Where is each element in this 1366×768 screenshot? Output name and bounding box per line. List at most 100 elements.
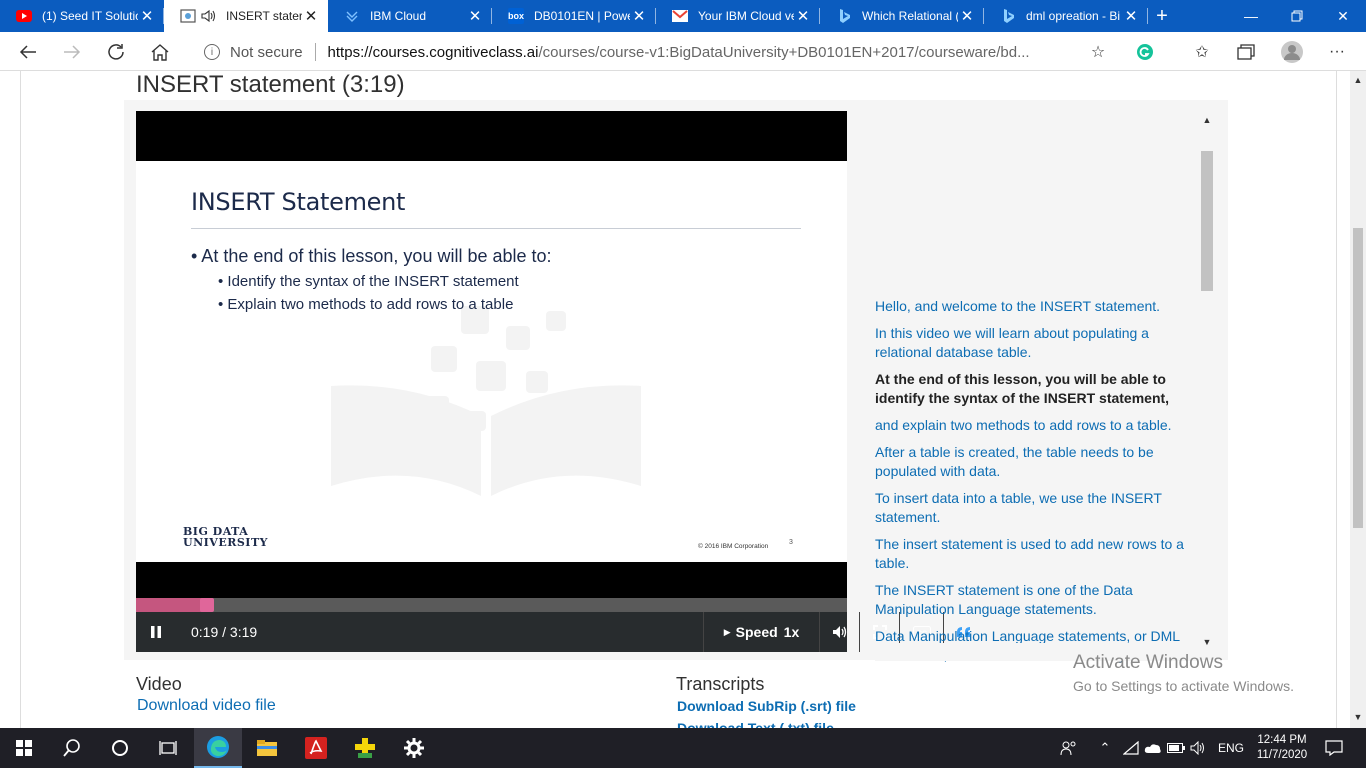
transcript-line[interactable]: The INSERT statement is one of the Data … [875, 581, 1197, 619]
restore-icon[interactable] [1274, 0, 1320, 32]
tab-close-icon[interactable]: ✕ [794, 7, 812, 25]
video-section-heading: Video [136, 674, 182, 694]
tab-close-icon[interactable]: ✕ [138, 7, 156, 25]
tab-which-relational[interactable]: Which Relational ( ✕ [820, 0, 984, 32]
home-icon[interactable] [146, 39, 174, 65]
speed-button[interactable]: ▶ Speed 1x [703, 612, 819, 652]
tab-close-icon[interactable]: ✕ [466, 7, 484, 25]
url-field[interactable]: i Not secure https://courses.cognitivecl… [188, 37, 1122, 67]
page-scroll-thumb[interactable] [1353, 228, 1363, 528]
time-display: 0:19 / 3:19 [191, 624, 258, 640]
tab-title: Your IBM Cloud ve [698, 9, 794, 23]
tab-title: (1) Seed IT Solutio [42, 9, 138, 23]
windows-start-icon[interactable] [0, 728, 48, 768]
speaker-icon[interactable] [200, 8, 216, 24]
course-icon [180, 8, 196, 24]
slide-copyright: © 2016 IBM Corporation [698, 543, 769, 550]
acrobat-icon[interactable] [292, 728, 340, 768]
tab-ibm-cloud[interactable]: IBM Cloud ✕ [328, 0, 492, 32]
bing-icon [836, 8, 852, 24]
tab-close-icon[interactable]: ✕ [302, 7, 320, 25]
url-text[interactable]: https://courses.cognitiveclass.ai/course… [328, 44, 1080, 61]
scroll-up-icon[interactable]: ▲ [1200, 115, 1214, 127]
edge-browser-icon[interactable] [194, 728, 242, 768]
minimize-icon[interactable]: — [1228, 0, 1274, 32]
download-video-link[interactable]: Download video file [137, 697, 276, 715]
progress-handle[interactable] [200, 598, 214, 612]
transcript-scroll-thumb[interactable] [1201, 151, 1213, 291]
bing-icon [1000, 8, 1016, 24]
scroll-up-icon[interactable]: ▲ [1351, 75, 1365, 87]
tab-title: Which Relational ( [862, 9, 958, 23]
onedrive-cloud-icon[interactable] [1142, 728, 1164, 768]
gmail-icon [672, 8, 688, 24]
file-explorer-icon[interactable] [243, 728, 291, 768]
tab-insert-statement[interactable]: INSERT stater ✕ [164, 0, 328, 32]
people-icon[interactable] [1058, 728, 1080, 768]
transcript-panel[interactable]: Hello, and welcome to the INSERT stateme… [875, 297, 1197, 673]
transcript-scrollbar[interactable]: ▲ ▼ [1200, 111, 1214, 651]
watermark-book-icon [331, 306, 641, 496]
app-cross-icon[interactable] [341, 728, 389, 768]
favorites-list-icon[interactable]: ✩ [1189, 40, 1215, 64]
grammarly-icon[interactable] [1132, 40, 1158, 64]
video-progress-slider[interactable] [136, 598, 847, 612]
tab-close-icon[interactable]: ✕ [630, 7, 648, 25]
cortana-icon[interactable] [96, 728, 144, 768]
transcript-line[interactable]: and explain two methods to add rows to a… [875, 416, 1197, 435]
video-player[interactable]: INSERT Statement • At the end of this le… [136, 111, 970, 652]
caret-right-icon: ▶ [723, 626, 731, 637]
volume-icon[interactable] [1188, 728, 1210, 768]
download-srt-link[interactable]: Download SubRip (.srt) file [677, 698, 856, 714]
tab-close-icon[interactable]: ✕ [958, 7, 976, 25]
clock[interactable]: 12:44 PM 11/7/2020 [1252, 728, 1312, 768]
page-scrollbar[interactable]: ▲ ▼ [1350, 71, 1366, 728]
favorite-star-icon[interactable]: ☆ [1085, 40, 1111, 64]
more-menu-icon[interactable]: ··· [1324, 40, 1350, 64]
transcript-line[interactable]: Hello, and welcome to the INSERT stateme… [875, 297, 1197, 316]
scroll-down-icon[interactable]: ▼ [1351, 712, 1365, 724]
youtube-icon [16, 8, 32, 24]
tab-seed-it[interactable]: (1) Seed IT Solutio ✕ [0, 0, 164, 32]
show-hidden-icons-chevron-icon[interactable]: ⌃ [1095, 728, 1115, 768]
transcript-line-current[interactable]: At the end of this lesson, you will be a… [875, 370, 1197, 408]
battery-icon[interactable] [1166, 728, 1186, 768]
download-txt-link[interactable]: Download Text (.txt) file [677, 720, 834, 728]
slide-title: INSERT Statement [191, 188, 406, 216]
task-view-icon[interactable] [144, 728, 192, 768]
page-title: INSERT statement (3:19) [136, 71, 405, 98]
windows-taskbar: ⌃ ENG 12:44 PM 11/7/2020 [0, 728, 1366, 768]
transcript-line[interactable]: To insert data into a table, we use the … [875, 489, 1197, 527]
refresh-icon[interactable] [102, 39, 130, 65]
transcript-line[interactable]: The insert statement is used to add new … [875, 535, 1197, 573]
scroll-down-icon[interactable]: ▼ [1200, 637, 1214, 649]
close-window-icon[interactable]: ✕ [1320, 0, 1366, 32]
tab-title: DB0101EN | Powe [534, 9, 630, 23]
pause-button[interactable] [136, 612, 176, 652]
tab-ibm-cloud-mail[interactable]: Your IBM Cloud ve ✕ [656, 0, 820, 32]
big-data-university-logo: BIG DATA UNIVERSITY [183, 525, 268, 549]
new-tab-button[interactable]: + [1148, 0, 1176, 32]
notification-center-icon[interactable] [1320, 728, 1348, 768]
back-icon[interactable] [14, 39, 42, 65]
forward-icon[interactable] [58, 39, 86, 65]
collections-icon[interactable] [1233, 40, 1259, 64]
search-icon[interactable] [48, 728, 96, 768]
security-label[interactable]: Not secure [230, 44, 303, 61]
address-bar: i Not secure https://courses.cognitivecl… [0, 32, 1366, 71]
transcript-line[interactable]: In this video we will learn about popula… [875, 324, 1197, 362]
info-icon[interactable]: i [204, 44, 220, 60]
volume-button[interactable] [819, 612, 859, 652]
tab-dml-operation[interactable]: dml opreation - Bi ✕ [984, 0, 1148, 32]
tab-title: dml opreation - Bi [1026, 9, 1121, 23]
video-frame[interactable]: INSERT Statement • At the end of this le… [136, 161, 847, 562]
transcript-line[interactable]: After a table is created, the table need… [875, 443, 1197, 481]
player-controls: 0:19 / 3:19 ▶ Speed 1x CC [136, 612, 970, 652]
tab-db0101en[interactable]: box DB0101EN | Powe ✕ [492, 0, 656, 32]
settings-gear-icon[interactable] [390, 728, 438, 768]
avatar[interactable] [1279, 40, 1305, 64]
tab-close-icon[interactable]: ✕ [1122, 7, 1140, 25]
tab-strip: (1) Seed IT Solutio ✕ INSERT stater ✕ IB… [0, 0, 1366, 32]
wifi-icon[interactable] [1120, 728, 1142, 768]
input-language[interactable]: ENG [1214, 728, 1248, 768]
